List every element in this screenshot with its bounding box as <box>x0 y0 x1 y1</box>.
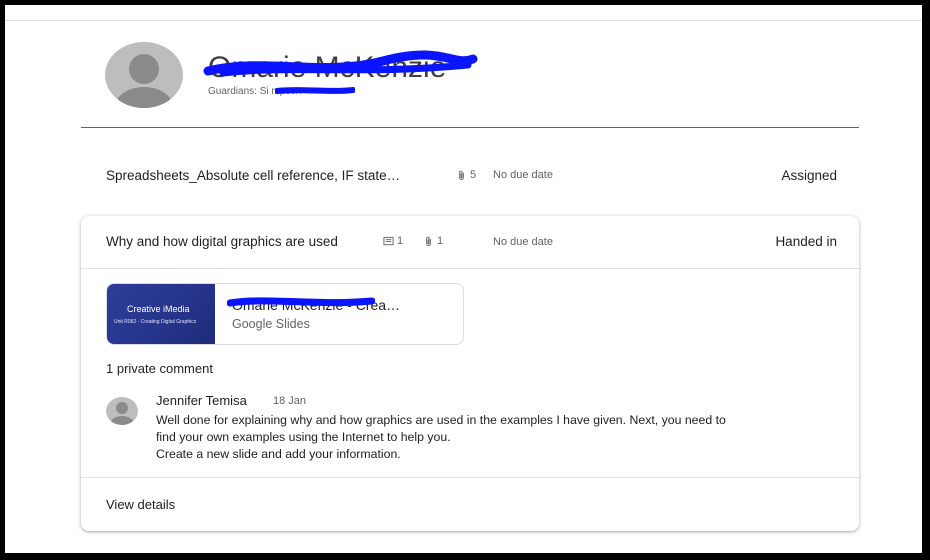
comment-author: Jennifer Temisa <box>156 393 247 408</box>
top-divider <box>5 20 922 21</box>
due-date: No due date <box>493 236 553 248</box>
attachment-count: 1 <box>423 235 443 247</box>
attachment-type: Google Slides <box>232 317 310 331</box>
attachment-chip[interactable]: Creative iMedia Unit R082 - Creating Dig… <box>106 283 464 345</box>
attachment-count-value: 5 <box>470 169 477 181</box>
comment-date: 18 Jan <box>273 395 307 407</box>
assignment-title: Why and how digital graphics are used <box>106 234 338 249</box>
assignment-card: Why and how digital graphics are used 1 … <box>81 216 859 531</box>
paperclip-icon <box>459 170 464 180</box>
paperclip-icon <box>426 236 431 246</box>
commenter-avatar <box>106 397 138 425</box>
attachment-count-value: 1 <box>437 235 444 247</box>
attachment-count: 5 <box>456 169 476 181</box>
status-label: Handed in <box>775 234 837 249</box>
view-details-link[interactable]: View details <box>106 497 175 512</box>
thumbnail-subtitle: Unit R082 - Creating Digital Graphics <box>114 319 197 325</box>
avatar-head <box>129 54 159 84</box>
student-name: Omarie McKenzie <box>208 51 447 84</box>
assignment-row[interactable]: Spreadsheets_Absolute cell reference, IF… <box>81 155 859 195</box>
attachment-name: Omarie McKenzie - Crea… <box>232 297 401 313</box>
card-divider <box>81 477 859 478</box>
avatar-body <box>110 416 134 425</box>
assignment-title: Spreadsheets_Absolute cell reference, IF… <box>106 168 401 183</box>
slides-thumbnail: Creative iMedia Unit R082 - Creating Dig… <box>107 284 215 344</box>
student-avatar <box>105 42 183 108</box>
due-date: No due date <box>493 169 553 181</box>
private-comment-count: 1 private comment <box>106 361 213 376</box>
guardians-label: Guardians: Si mpson <box>208 86 302 97</box>
header-divider <box>81 127 859 128</box>
card-header[interactable]: Why and how digital graphics are used 1 … <box>81 216 859 269</box>
comment-count-value: 1 <box>397 235 404 247</box>
comment-count: 1 <box>383 235 403 247</box>
avatar-head <box>116 402 128 414</box>
thumbnail-title: Creative iMedia <box>127 304 190 314</box>
avatar-body <box>115 87 173 108</box>
comment-text: Well done for explaining why and how gra… <box>156 413 726 461</box>
comment-icon <box>383 236 394 245</box>
status-label: Assigned <box>781 168 837 183</box>
page-frame: Omarie McKenzie Guardians: Si mpson Spre… <box>5 5 922 553</box>
